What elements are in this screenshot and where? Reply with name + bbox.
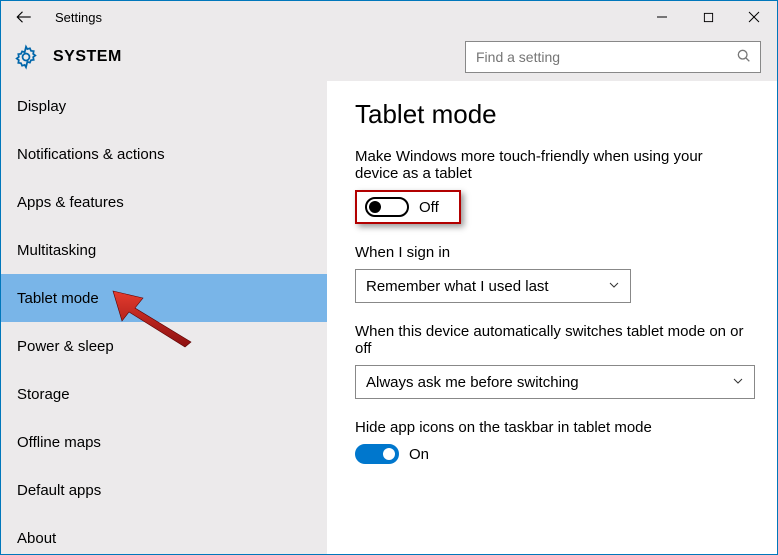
touch-friendly-toggle[interactable]	[365, 197, 409, 217]
switch-dropdown[interactable]: Always ask me before switching	[355, 365, 755, 399]
sidebar-item-label: Power & sleep	[17, 338, 114, 355]
hideicons-label: Hide app icons on the taskbar in tablet …	[355, 419, 749, 436]
sidebar-item-apps[interactable]: Apps & features	[1, 178, 327, 226]
minimize-button[interactable]	[639, 1, 685, 33]
search-icon	[736, 48, 752, 67]
touch-friendly-description: Make Windows more touch-friendly when us…	[355, 148, 749, 182]
maximize-button[interactable]	[685, 1, 731, 33]
switch-label: When this device automatically switches …	[355, 323, 749, 357]
window-controls	[639, 1, 777, 33]
back-button[interactable]	[9, 2, 39, 32]
chevron-down-icon	[608, 278, 620, 294]
body: Display Notifications & actions Apps & f…	[1, 81, 777, 554]
sidebar-item-label: Storage	[17, 386, 70, 403]
gear-icon	[13, 44, 39, 70]
signin-label: When I sign in	[355, 244, 749, 261]
touch-friendly-toggle-state: Off	[419, 199, 439, 216]
signin-dropdown-value: Remember what I used last	[366, 278, 608, 295]
sidebar-item-label: Offline maps	[17, 434, 101, 451]
signin-dropdown[interactable]: Remember what I used last	[355, 269, 631, 303]
switch-dropdown-value: Always ask me before switching	[366, 374, 732, 391]
sidebar-item-label: Multitasking	[17, 242, 96, 259]
sidebar-item-power[interactable]: Power & sleep	[1, 322, 327, 370]
sidebar-item-label: Display	[17, 98, 66, 115]
sidebar-item-label: Tablet mode	[17, 290, 99, 307]
sidebar: Display Notifications & actions Apps & f…	[1, 81, 327, 554]
sidebar-item-tabletmode[interactable]: Tablet mode	[1, 274, 327, 322]
arrow-left-icon	[15, 8, 33, 26]
sidebar-item-label: Default apps	[17, 482, 101, 499]
window-title: Settings	[55, 10, 102, 25]
chevron-down-icon	[732, 374, 744, 390]
category-title: SYSTEM	[53, 48, 122, 66]
settings-window: Settings SYSTEM	[0, 0, 778, 555]
sidebar-item-multitasking[interactable]: Multitasking	[1, 226, 327, 274]
content-panel: Tablet mode Make Windows more touch-frie…	[327, 81, 777, 554]
touch-toggle-highlight: Off	[355, 190, 461, 224]
sidebar-item-label: About	[17, 530, 56, 547]
page-title: Tablet mode	[355, 99, 749, 130]
titlebar: Settings	[1, 1, 777, 33]
sidebar-item-defaultapps[interactable]: Default apps	[1, 466, 327, 514]
hideicons-toggle[interactable]	[355, 444, 399, 464]
sidebar-item-storage[interactable]: Storage	[1, 370, 327, 418]
hideicons-toggle-row: On	[355, 444, 749, 464]
search-input[interactable]	[474, 48, 736, 66]
sidebar-item-notifications[interactable]: Notifications & actions	[1, 130, 327, 178]
hideicons-toggle-state: On	[409, 446, 429, 463]
sidebar-item-label: Apps & features	[17, 194, 124, 211]
sidebar-item-offlinemaps[interactable]: Offline maps	[1, 418, 327, 466]
sidebar-item-about[interactable]: About	[1, 514, 327, 555]
sidebar-item-display[interactable]: Display	[1, 82, 327, 130]
search-box[interactable]	[465, 41, 761, 73]
sidebar-item-label: Notifications & actions	[17, 146, 165, 163]
close-button[interactable]	[731, 1, 777, 33]
header: SYSTEM	[1, 33, 777, 81]
